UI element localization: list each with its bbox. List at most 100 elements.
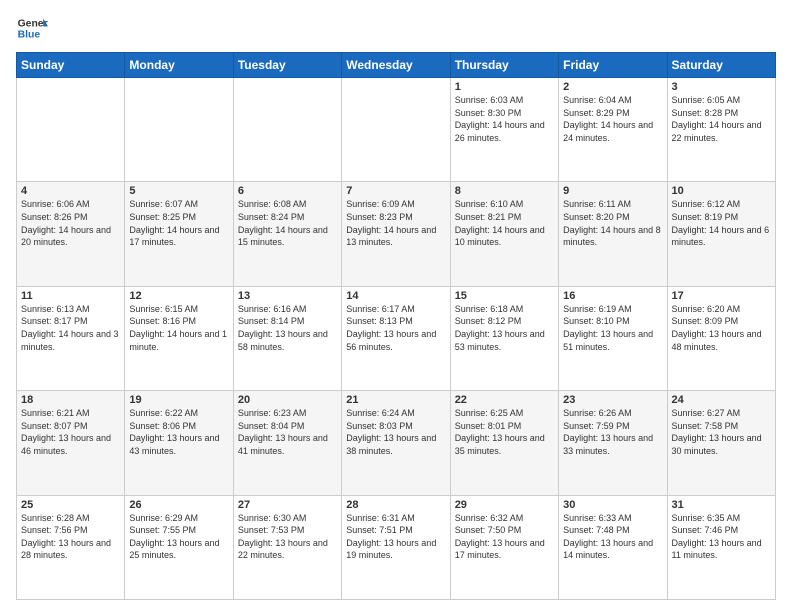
calendar-cell: 28Sunrise: 6:31 AM Sunset: 7:51 PM Dayli… xyxy=(342,495,450,599)
calendar-cell: 29Sunrise: 6:32 AM Sunset: 7:50 PM Dayli… xyxy=(450,495,558,599)
calendar-cell: 23Sunrise: 6:26 AM Sunset: 7:59 PM Dayli… xyxy=(559,391,667,495)
day-number: 12 xyxy=(129,290,228,302)
day-info: Sunrise: 6:24 AM Sunset: 8:03 PM Dayligh… xyxy=(346,407,445,457)
calendar-cell: 31Sunrise: 6:35 AM Sunset: 7:46 PM Dayli… xyxy=(667,495,775,599)
calendar-header-sunday: Sunday xyxy=(17,53,125,78)
day-info: Sunrise: 6:12 AM Sunset: 8:19 PM Dayligh… xyxy=(672,198,771,248)
day-number: 14 xyxy=(346,290,445,302)
header: General Blue xyxy=(16,12,776,44)
calendar-header-monday: Monday xyxy=(125,53,233,78)
day-info: Sunrise: 6:26 AM Sunset: 7:59 PM Dayligh… xyxy=(563,407,662,457)
day-info: Sunrise: 6:03 AM Sunset: 8:30 PM Dayligh… xyxy=(455,94,554,144)
calendar-week-1: 1Sunrise: 6:03 AM Sunset: 8:30 PM Daylig… xyxy=(17,78,776,182)
day-info: Sunrise: 6:15 AM Sunset: 8:16 PM Dayligh… xyxy=(129,303,228,353)
calendar-cell: 19Sunrise: 6:22 AM Sunset: 8:06 PM Dayli… xyxy=(125,391,233,495)
calendar-cell: 26Sunrise: 6:29 AM Sunset: 7:55 PM Dayli… xyxy=(125,495,233,599)
day-info: Sunrise: 6:33 AM Sunset: 7:48 PM Dayligh… xyxy=(563,512,662,562)
calendar-cell xyxy=(17,78,125,182)
calendar-cell: 7Sunrise: 6:09 AM Sunset: 8:23 PM Daylig… xyxy=(342,182,450,286)
day-info: Sunrise: 6:16 AM Sunset: 8:14 PM Dayligh… xyxy=(238,303,337,353)
day-info: Sunrise: 6:23 AM Sunset: 8:04 PM Dayligh… xyxy=(238,407,337,457)
calendar-header-thursday: Thursday xyxy=(450,53,558,78)
day-number: 18 xyxy=(21,394,120,406)
day-info: Sunrise: 6:22 AM Sunset: 8:06 PM Dayligh… xyxy=(129,407,228,457)
day-info: Sunrise: 6:28 AM Sunset: 7:56 PM Dayligh… xyxy=(21,512,120,562)
calendar-header-saturday: Saturday xyxy=(667,53,775,78)
day-info: Sunrise: 6:08 AM Sunset: 8:24 PM Dayligh… xyxy=(238,198,337,248)
logo-icon: General Blue xyxy=(16,12,48,44)
day-info: Sunrise: 6:21 AM Sunset: 8:07 PM Dayligh… xyxy=(21,407,120,457)
calendar-header-tuesday: Tuesday xyxy=(233,53,341,78)
calendar-cell: 22Sunrise: 6:25 AM Sunset: 8:01 PM Dayli… xyxy=(450,391,558,495)
calendar-week-2: 4Sunrise: 6:06 AM Sunset: 8:26 PM Daylig… xyxy=(17,182,776,286)
day-info: Sunrise: 6:07 AM Sunset: 8:25 PM Dayligh… xyxy=(129,198,228,248)
day-number: 29 xyxy=(455,499,554,511)
day-info: Sunrise: 6:30 AM Sunset: 7:53 PM Dayligh… xyxy=(238,512,337,562)
day-number: 26 xyxy=(129,499,228,511)
calendar-cell: 25Sunrise: 6:28 AM Sunset: 7:56 PM Dayli… xyxy=(17,495,125,599)
calendar-cell xyxy=(125,78,233,182)
day-info: Sunrise: 6:10 AM Sunset: 8:21 PM Dayligh… xyxy=(455,198,554,248)
day-info: Sunrise: 6:19 AM Sunset: 8:10 PM Dayligh… xyxy=(563,303,662,353)
day-info: Sunrise: 6:29 AM Sunset: 7:55 PM Dayligh… xyxy=(129,512,228,562)
day-info: Sunrise: 6:20 AM Sunset: 8:09 PM Dayligh… xyxy=(672,303,771,353)
day-number: 1 xyxy=(455,81,554,93)
day-number: 7 xyxy=(346,185,445,197)
day-number: 16 xyxy=(563,290,662,302)
calendar-week-4: 18Sunrise: 6:21 AM Sunset: 8:07 PM Dayli… xyxy=(17,391,776,495)
calendar-cell: 5Sunrise: 6:07 AM Sunset: 8:25 PM Daylig… xyxy=(125,182,233,286)
day-number: 9 xyxy=(563,185,662,197)
calendar-cell: 16Sunrise: 6:19 AM Sunset: 8:10 PM Dayli… xyxy=(559,286,667,390)
svg-text:Blue: Blue xyxy=(18,30,41,41)
day-number: 25 xyxy=(21,499,120,511)
day-info: Sunrise: 6:17 AM Sunset: 8:13 PM Dayligh… xyxy=(346,303,445,353)
calendar-cell: 6Sunrise: 6:08 AM Sunset: 8:24 PM Daylig… xyxy=(233,182,341,286)
day-info: Sunrise: 6:06 AM Sunset: 8:26 PM Dayligh… xyxy=(21,198,120,248)
calendar-header-friday: Friday xyxy=(559,53,667,78)
day-number: 4 xyxy=(21,185,120,197)
calendar-cell: 30Sunrise: 6:33 AM Sunset: 7:48 PM Dayli… xyxy=(559,495,667,599)
calendar-cell: 10Sunrise: 6:12 AM Sunset: 8:19 PM Dayli… xyxy=(667,182,775,286)
day-info: Sunrise: 6:11 AM Sunset: 8:20 PM Dayligh… xyxy=(563,198,662,248)
calendar-cell: 4Sunrise: 6:06 AM Sunset: 8:26 PM Daylig… xyxy=(17,182,125,286)
calendar-cell: 14Sunrise: 6:17 AM Sunset: 8:13 PM Dayli… xyxy=(342,286,450,390)
calendar-cell: 17Sunrise: 6:20 AM Sunset: 8:09 PM Dayli… xyxy=(667,286,775,390)
day-number: 5 xyxy=(129,185,228,197)
calendar-cell: 20Sunrise: 6:23 AM Sunset: 8:04 PM Dayli… xyxy=(233,391,341,495)
day-number: 28 xyxy=(346,499,445,511)
calendar-header-row: SundayMondayTuesdayWednesdayThursdayFrid… xyxy=(17,53,776,78)
day-info: Sunrise: 6:09 AM Sunset: 8:23 PM Dayligh… xyxy=(346,198,445,248)
day-number: 23 xyxy=(563,394,662,406)
calendar-table: SundayMondayTuesdayWednesdayThursdayFrid… xyxy=(16,52,776,600)
calendar-cell xyxy=(233,78,341,182)
calendar-header-wednesday: Wednesday xyxy=(342,53,450,78)
day-number: 6 xyxy=(238,185,337,197)
day-number: 30 xyxy=(563,499,662,511)
day-number: 27 xyxy=(238,499,337,511)
calendar-week-5: 25Sunrise: 6:28 AM Sunset: 7:56 PM Dayli… xyxy=(17,495,776,599)
page: General Blue SundayMondayTuesdayWednesda… xyxy=(0,0,792,612)
calendar-cell: 1Sunrise: 6:03 AM Sunset: 8:30 PM Daylig… xyxy=(450,78,558,182)
day-info: Sunrise: 6:35 AM Sunset: 7:46 PM Dayligh… xyxy=(672,512,771,562)
calendar-cell: 13Sunrise: 6:16 AM Sunset: 8:14 PM Dayli… xyxy=(233,286,341,390)
day-info: Sunrise: 6:04 AM Sunset: 8:29 PM Dayligh… xyxy=(563,94,662,144)
calendar-cell: 18Sunrise: 6:21 AM Sunset: 8:07 PM Dayli… xyxy=(17,391,125,495)
day-number: 8 xyxy=(455,185,554,197)
day-number: 15 xyxy=(455,290,554,302)
calendar-cell: 9Sunrise: 6:11 AM Sunset: 8:20 PM Daylig… xyxy=(559,182,667,286)
calendar-cell: 12Sunrise: 6:15 AM Sunset: 8:16 PM Dayli… xyxy=(125,286,233,390)
day-number: 2 xyxy=(563,81,662,93)
calendar-week-3: 11Sunrise: 6:13 AM Sunset: 8:17 PM Dayli… xyxy=(17,286,776,390)
calendar-cell xyxy=(342,78,450,182)
day-number: 13 xyxy=(238,290,337,302)
day-info: Sunrise: 6:25 AM Sunset: 8:01 PM Dayligh… xyxy=(455,407,554,457)
day-number: 10 xyxy=(672,185,771,197)
day-number: 3 xyxy=(672,81,771,93)
calendar-cell: 24Sunrise: 6:27 AM Sunset: 7:58 PM Dayli… xyxy=(667,391,775,495)
day-number: 11 xyxy=(21,290,120,302)
day-info: Sunrise: 6:18 AM Sunset: 8:12 PM Dayligh… xyxy=(455,303,554,353)
day-number: 20 xyxy=(238,394,337,406)
calendar-cell: 21Sunrise: 6:24 AM Sunset: 8:03 PM Dayli… xyxy=(342,391,450,495)
calendar-cell: 15Sunrise: 6:18 AM Sunset: 8:12 PM Dayli… xyxy=(450,286,558,390)
day-info: Sunrise: 6:31 AM Sunset: 7:51 PM Dayligh… xyxy=(346,512,445,562)
